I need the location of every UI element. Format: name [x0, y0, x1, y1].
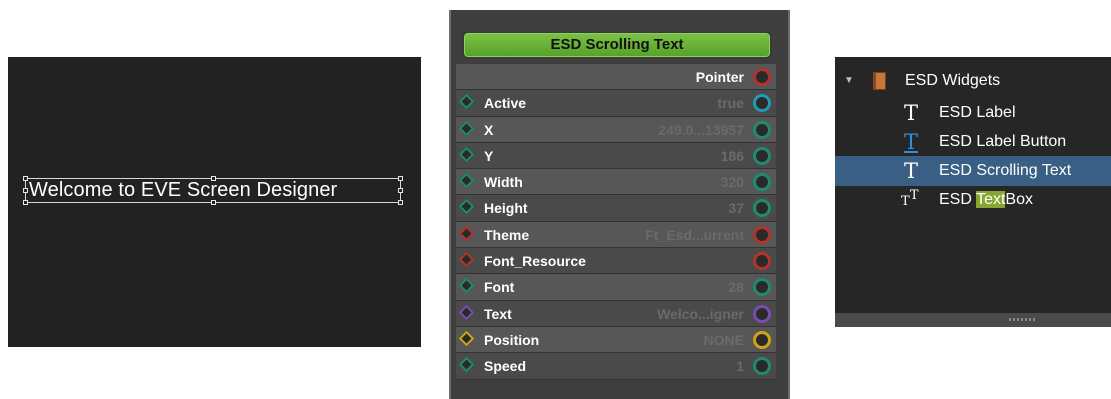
input-port-diamond-icon[interactable]	[458, 330, 475, 347]
output-port-circle-icon[interactable]	[753, 120, 771, 139]
input-port-diamond-icon[interactable]	[458, 146, 475, 163]
property-label: Position	[484, 331, 540, 348]
property-label: Height	[484, 200, 528, 217]
output-port-circle-icon[interactable]	[753, 146, 771, 165]
resize-handle-bottom-center[interactable]	[211, 200, 216, 205]
pointer-label: Pointer	[695, 69, 744, 85]
property-value[interactable]: 186	[721, 143, 744, 169]
resize-handle-top-right[interactable]	[398, 176, 403, 181]
design-canvas[interactable]: Welcome to EVE Screen Designer	[8, 57, 421, 347]
property-row-width[interactable]: Width 320	[456, 169, 776, 196]
property-label: X	[484, 121, 494, 138]
tree-item-esd-scrolling-text[interactable]: T ESD Scrolling Text	[835, 156, 1111, 186]
resize-handle-middle-right[interactable]	[398, 188, 403, 193]
property-label: Font	[484, 279, 515, 296]
output-port-circle-icon[interactable]	[753, 278, 771, 297]
tree-group-esd-widgets[interactable]: ▼ ESD Widgets	[835, 66, 1111, 96]
property-value[interactable]: true	[718, 90, 744, 116]
output-port-circle-icon[interactable]	[753, 173, 771, 192]
expand-arrow-icon[interactable]: ▼	[844, 66, 854, 96]
property-value[interactable]: 37	[728, 195, 744, 221]
resize-handle-middle-left[interactable]	[23, 188, 28, 193]
textbox-icon: TT	[901, 188, 919, 209]
property-value[interactable]: 1	[736, 353, 744, 379]
property-value[interactable]: Welco...igner	[657, 301, 744, 327]
book-icon	[873, 72, 886, 90]
input-port-diamond-icon[interactable]	[458, 94, 475, 110]
scrolling-text-preview: Welcome to EVE Screen Designer	[29, 179, 338, 201]
property-label: Active	[484, 95, 527, 112]
resize-handle-top-center[interactable]	[211, 176, 216, 181]
output-port-circle-icon[interactable]	[753, 225, 771, 244]
panel-status-bar	[835, 313, 1111, 327]
property-label: Width	[484, 174, 523, 191]
property-value[interactable]: Ft_Esd...urrent	[645, 222, 744, 248]
property-row-font-resource[interactable]: Font_Resource	[456, 248, 776, 275]
logic-node[interactable]: ESD Scrolling Text Pointer Active true X 24…	[449, 10, 790, 399]
input-port-diamond-icon[interactable]	[458, 120, 475, 136]
tree-item-label: ESD TextBox	[939, 191, 1033, 208]
property-row-height[interactable]: Height 37	[456, 195, 776, 222]
tree-item-esd-label[interactable]: T ESD Label	[835, 98, 1111, 128]
node-property-list: Pointer Active true X 249.0...13957 Y 186 Widt…	[456, 64, 776, 380]
label-button-icon: T	[904, 130, 919, 154]
input-port-diamond-icon[interactable]	[458, 172, 475, 189]
property-row-text[interactable]: Text Welco...igner	[456, 300, 776, 327]
tree-item-label: ESD Scrolling Text	[939, 162, 1072, 179]
tree-item-esd-label-button[interactable]: T ESD Label Button	[835, 127, 1111, 157]
property-value[interactable]: 28	[728, 274, 744, 300]
property-row-theme[interactable]: Theme Ft_Esd...urrent	[456, 221, 776, 249]
output-port-circle-icon[interactable]	[753, 252, 771, 271]
tree-item-label: ESD Label	[939, 104, 1016, 121]
property-row-position[interactable]: Position NONE	[456, 326, 776, 354]
input-port-diamond-icon[interactable]	[458, 199, 475, 215]
output-port-circle-icon[interactable]	[753, 304, 771, 323]
property-label: Theme	[484, 226, 530, 243]
property-value[interactable]: NONE	[704, 327, 744, 353]
text-icon: T	[904, 159, 919, 183]
search-match-highlight: Text	[976, 191, 1006, 208]
output-port-circle-icon[interactable]	[753, 94, 771, 113]
tree-item-esd-textbox[interactable]: TT ESD TextBox	[835, 185, 1111, 215]
input-port-diamond-icon[interactable]	[458, 225, 475, 242]
property-label: Font_Resource	[484, 253, 586, 270]
input-port-diamond-icon[interactable]	[458, 278, 475, 294]
node-title[interactable]: ESD Scrolling Text	[462, 31, 772, 59]
resize-grip-icon[interactable]	[1009, 318, 1037, 321]
selected-widget-bounds[interactable]: Welcome to EVE Screen Designer	[23, 176, 403, 205]
pointer-row: Pointer	[456, 64, 776, 91]
tree-item-label: ESD Label Button	[939, 133, 1067, 150]
resize-handle-top-left[interactable]	[23, 176, 28, 181]
property-row-y[interactable]: Y 186	[456, 142, 776, 170]
property-row-x[interactable]: X 249.0...13957	[456, 116, 776, 143]
text-icon: T	[904, 101, 919, 125]
resize-handle-bottom-left[interactable]	[23, 200, 28, 205]
property-value[interactable]: 249.0...13957	[658, 117, 744, 143]
resize-handle-bottom-right[interactable]	[398, 200, 403, 205]
property-row-active[interactable]: Active true	[456, 90, 776, 117]
input-port-diamond-icon[interactable]	[458, 251, 475, 268]
property-row-font[interactable]: Font 28	[456, 274, 776, 301]
output-port-circle-icon[interactable]	[753, 357, 771, 376]
property-label: Speed	[484, 358, 527, 375]
pointer-port-icon[interactable]	[753, 68, 771, 86]
property-label: Text	[484, 305, 512, 322]
tree-group-label: ESD Widgets	[905, 72, 1001, 89]
output-port-circle-icon[interactable]	[753, 330, 771, 349]
output-port-circle-icon[interactable]	[753, 199, 771, 218]
input-port-diamond-icon[interactable]	[458, 304, 475, 320]
input-port-diamond-icon[interactable]	[458, 356, 475, 373]
widget-library-tree: ▼ ESD Widgets T ESD Label T ESD Label Bu…	[835, 57, 1111, 327]
property-row-speed[interactable]: Speed 1	[456, 353, 776, 380]
property-value[interactable]: 320	[721, 169, 744, 195]
property-label: Y	[484, 147, 494, 164]
